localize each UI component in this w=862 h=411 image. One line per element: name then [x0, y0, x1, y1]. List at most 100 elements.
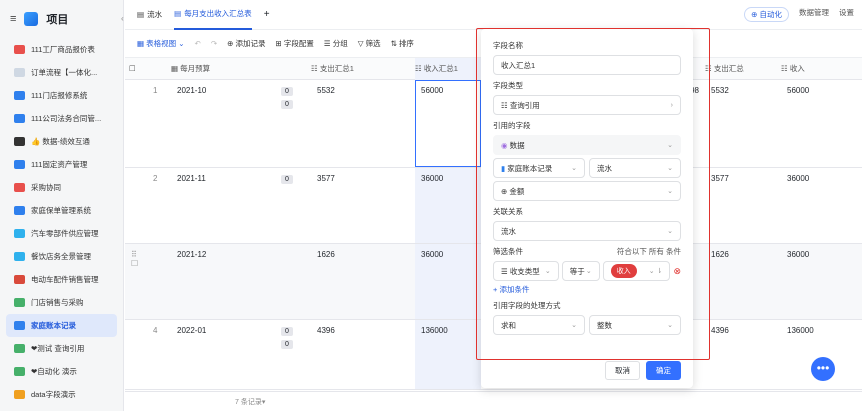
sidebar-item[interactable]: 采购协同 [0, 176, 123, 199]
col-header-inc[interactable]: ☷ 收入 [781, 63, 841, 74]
field-config-button[interactable]: ⊞ 字段配置 [276, 38, 314, 49]
source-table-select[interactable]: ▮ 家庭账本记录 ⌄ [493, 158, 585, 178]
cell-exp[interactable]: 5532 [705, 80, 781, 167]
relation-select[interactable]: 流水 ⌄ [493, 221, 681, 241]
filter-value-select[interactable]: 收入 ⌄ ⇂ [602, 261, 671, 281]
cell-exp[interactable]: 3577 [705, 168, 781, 243]
method-select[interactable]: 求和 ⌄ [493, 315, 585, 335]
cell-inc1[interactable]: 36000 [415, 168, 481, 243]
sidebar-item[interactable]: 111工厂商品报价表 [0, 38, 123, 61]
cell-month[interactable]: 2021-12 [171, 244, 275, 319]
method-selects: 求和 ⌄ 整数 ⌄ [493, 315, 681, 338]
undo-icon[interactable]: ↶ [195, 39, 201, 48]
app-icon [14, 275, 25, 284]
row-number[interactable]: 2 [147, 168, 171, 243]
col-header-inc1[interactable]: ☷ 收入汇总1 [415, 57, 481, 80]
filter-button[interactable]: ▽ 筛选 [358, 38, 381, 49]
col-header-exp1[interactable]: ☷ 支出汇总1 [311, 63, 415, 74]
app-icon [14, 321, 25, 330]
sidebar-item[interactable]: 门店销售与采购 [0, 291, 123, 314]
sidebar-item[interactable]: 餐饮店务全景管理 [0, 245, 123, 268]
sidebar-item-label: data字段演示 [31, 390, 76, 399]
select-all-checkbox[interactable]: ☐ [125, 64, 147, 73]
row-number[interactable]: 4 [147, 320, 171, 389]
sidebar-item[interactable]: 111公司法务合同管... [0, 107, 123, 130]
chevron-down-icon: ⌄ [667, 142, 673, 149]
settings-button[interactable]: 设置 [839, 7, 854, 22]
tab-bar: ▤ 流水 ▤ 每月支出收入汇总表 + ⊕ 自动化 数据管理 设置 [125, 0, 862, 30]
row-checkbox[interactable]: ⠿ ☐ [125, 244, 147, 319]
sidebar-item[interactable]: data字段演示 [0, 383, 123, 406]
confirm-button[interactable]: 确定 [646, 361, 681, 380]
format-select[interactable]: 整数 ⌄ [589, 315, 681, 335]
group-button[interactable]: ☰ 分组 [324, 38, 348, 49]
cell-month[interactable]: 2022-01 [171, 320, 275, 389]
cell-inc[interactable]: 36000 [781, 244, 841, 319]
remove-condition-icon[interactable]: ⊗ [673, 266, 681, 277]
cancel-button[interactable]: 取消 [605, 361, 640, 380]
cell-month[interactable]: 2021-10 [171, 80, 275, 167]
sidebar-item[interactable]: ❤测试 查询引用 [0, 337, 123, 360]
sidebar-item[interactable]: 111门店报修系统 [0, 84, 123, 107]
amount-field-select[interactable]: ⊕ 金额 ⌄ [493, 181, 681, 201]
cell-inc1[interactable]: 136000 [415, 320, 481, 389]
field-name-input[interactable]: 收入汇总1 [493, 55, 681, 75]
row-number[interactable]: 1 [147, 80, 171, 167]
add-tab-button[interactable]: + [264, 9, 270, 20]
value-badge: 0 [281, 100, 293, 109]
collapse-sidebar-icon[interactable]: ‹ [121, 14, 124, 23]
row-checkbox[interactable] [125, 168, 147, 243]
more-fab-button[interactable]: ••• [811, 357, 835, 381]
cell-badges[interactable]: 00 [275, 320, 311, 389]
sidebar-item[interactable]: 👍 数据-绩效互通 [0, 130, 123, 153]
view-selector[interactable]: ▦ 表格视图 ⌄ [137, 38, 185, 49]
filter-field-select[interactable]: ☰ 收支类型 ⌄ [493, 261, 559, 281]
cell-badges[interactable]: 00 [275, 80, 311, 167]
sidebar-item[interactable]: 电动车配件销售管理 [0, 268, 123, 291]
sidebar-item-label: ❤测试 查询引用 [31, 344, 85, 353]
row-checkbox[interactable] [125, 80, 147, 167]
cell-inc[interactable]: 136000 [781, 320, 841, 389]
cell-month[interactable]: 2021-11 [171, 168, 275, 243]
cell-inc1[interactable]: 56000 [415, 80, 481, 167]
ref-table-select[interactable]: ◉ 数据 ⌄ [493, 135, 681, 155]
app-icon [14, 160, 25, 169]
sidebar-item[interactable]: 家庭保单管理系统 [0, 199, 123, 222]
add-record-button[interactable]: ⊕ 添加记录 [227, 38, 265, 49]
sidebar-item[interactable]: ❤自动化 演示 [0, 360, 123, 383]
cell-badges[interactable] [275, 244, 311, 319]
cell-exp1[interactable]: 3577 [311, 168, 415, 243]
col-header-exp[interactable]: ☷ 支出汇总 [705, 63, 781, 74]
sidebar-item[interactable]: 111固定资产管理 [0, 153, 123, 176]
row-checkbox[interactable] [125, 320, 147, 389]
cell-exp1[interactable]: 5532 [311, 80, 415, 167]
menu-icon[interactable]: ≡ [10, 13, 16, 25]
cell-exp[interactable]: 1626 [705, 244, 781, 319]
value-badge: 0 [281, 87, 293, 96]
tab-monthly-summary[interactable]: ▤ 每月支出收入汇总表 [174, 0, 252, 30]
add-condition-button[interactable]: + 添加条件 [493, 284, 681, 295]
field-type-select[interactable]: ☷ 查询引用 › [493, 95, 681, 115]
sidebar-item[interactable]: 订单流程【一体化... [0, 61, 123, 84]
source-sub-select[interactable]: 流水 ⌄ [589, 158, 681, 178]
data-manage-button[interactable]: 数据管理 [799, 7, 829, 22]
field-type-label: 字段类型 [493, 81, 523, 90]
col-header-budget[interactable]: ▦ 每月预算 [171, 63, 275, 74]
app-icon [14, 137, 25, 146]
row-number[interactable] [147, 244, 171, 319]
sidebar-item[interactable]: 家庭账本记录 [6, 314, 117, 337]
sort-button[interactable]: ⇅ 排序 [391, 38, 414, 49]
tab-liushui[interactable]: ▤ 流水 [137, 9, 162, 20]
cell-badges[interactable]: 0 [275, 168, 311, 243]
cell-inc[interactable]: 36000 [781, 168, 841, 243]
cell-inc[interactable]: 56000 [781, 80, 841, 167]
cell-exp1[interactable]: 4396 [311, 320, 415, 389]
cell-exp1[interactable]: 1626 [311, 244, 415, 319]
filter-op-select[interactable]: 等于 ⌄ [561, 261, 600, 281]
filter-mode[interactable]: 符合以下 所有 条件 [617, 246, 681, 257]
cell-inc1[interactable]: 36000 [415, 244, 481, 319]
sidebar-item[interactable]: 汽车零部件供应管理 [0, 222, 123, 245]
redo-icon[interactable]: ↷ [211, 39, 217, 48]
automation-button[interactable]: ⊕ 自动化 [744, 7, 789, 22]
cell-exp[interactable]: 4396 [705, 320, 781, 389]
